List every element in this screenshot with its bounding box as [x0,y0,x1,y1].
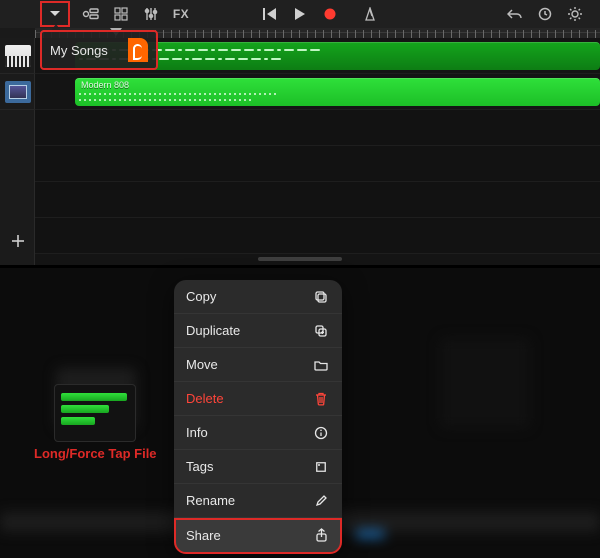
region-label: Modern 808 [81,80,129,90]
menu-item-rename[interactable]: Rename [174,484,342,518]
track-head-piano[interactable] [0,38,35,74]
menu-label: Info [186,425,208,440]
midi-region-track2[interactable]: Modern 808 [75,78,600,106]
my-songs-popover[interactable]: My Songs [40,30,158,70]
menu-item-copy[interactable]: Copy [174,280,342,314]
menu-item-info[interactable]: Info [174,416,342,450]
trash-icon [312,390,330,408]
menu-item-share[interactable]: Share [174,518,342,552]
dropdown-button[interactable] [44,3,66,25]
piano-icon [5,45,31,67]
files-browser: Long/Force Tap File Copy Duplicate Move … [0,268,600,558]
metronome-icon[interactable] [359,3,381,25]
my-songs-label: My Songs [50,43,108,58]
undo-icon[interactable] [504,3,526,25]
menu-item-tags[interactable]: Tags [174,450,342,484]
record-icon[interactable] [319,3,341,25]
beat-machine-icon [5,81,31,103]
track-area: Modern 808 [0,38,600,265]
context-menu: Copy Duplicate Move Delete Info Tags [174,280,342,552]
drag-handle[interactable] [258,257,342,261]
menu-label: Tags [186,459,213,474]
menu-item-duplicate[interactable]: Duplicate [174,314,342,348]
go-to-start-icon[interactable] [259,3,281,25]
play-icon[interactable] [289,3,311,25]
track-view-icon[interactable] [80,3,102,25]
menu-item-delete[interactable]: Delete [174,382,342,416]
share-icon [312,526,330,544]
grid-view-icon[interactable] [110,3,132,25]
info-icon [312,424,330,442]
menu-label: Delete [186,391,224,406]
track-head-beatmachine[interactable] [0,74,35,110]
menu-label: Rename [186,493,235,508]
menu-label: Move [186,357,218,372]
mixer-icon[interactable] [140,3,162,25]
duplicate-icon [312,322,330,340]
copy-icon [312,288,330,306]
menu-item-move[interactable]: Move [174,348,342,382]
settings-icon[interactable] [564,3,586,25]
garageband-file-icon [128,38,148,62]
fx-button[interactable]: FX [170,3,192,25]
loop-icon[interactable] [534,3,556,25]
menu-label: Copy [186,289,216,304]
project-file-thumbnail[interactable] [54,384,136,442]
menu-label: Duplicate [186,323,240,338]
editor-toolbar: FX [0,0,600,28]
folder-icon [312,356,330,374]
annotation-longtap: Long/Force Tap File [34,446,157,461]
pencil-icon [312,492,330,510]
menu-label: Share [186,528,221,543]
add-track-button[interactable] [0,223,35,259]
tag-icon [312,458,330,476]
garageband-editor: FX [0,0,600,265]
